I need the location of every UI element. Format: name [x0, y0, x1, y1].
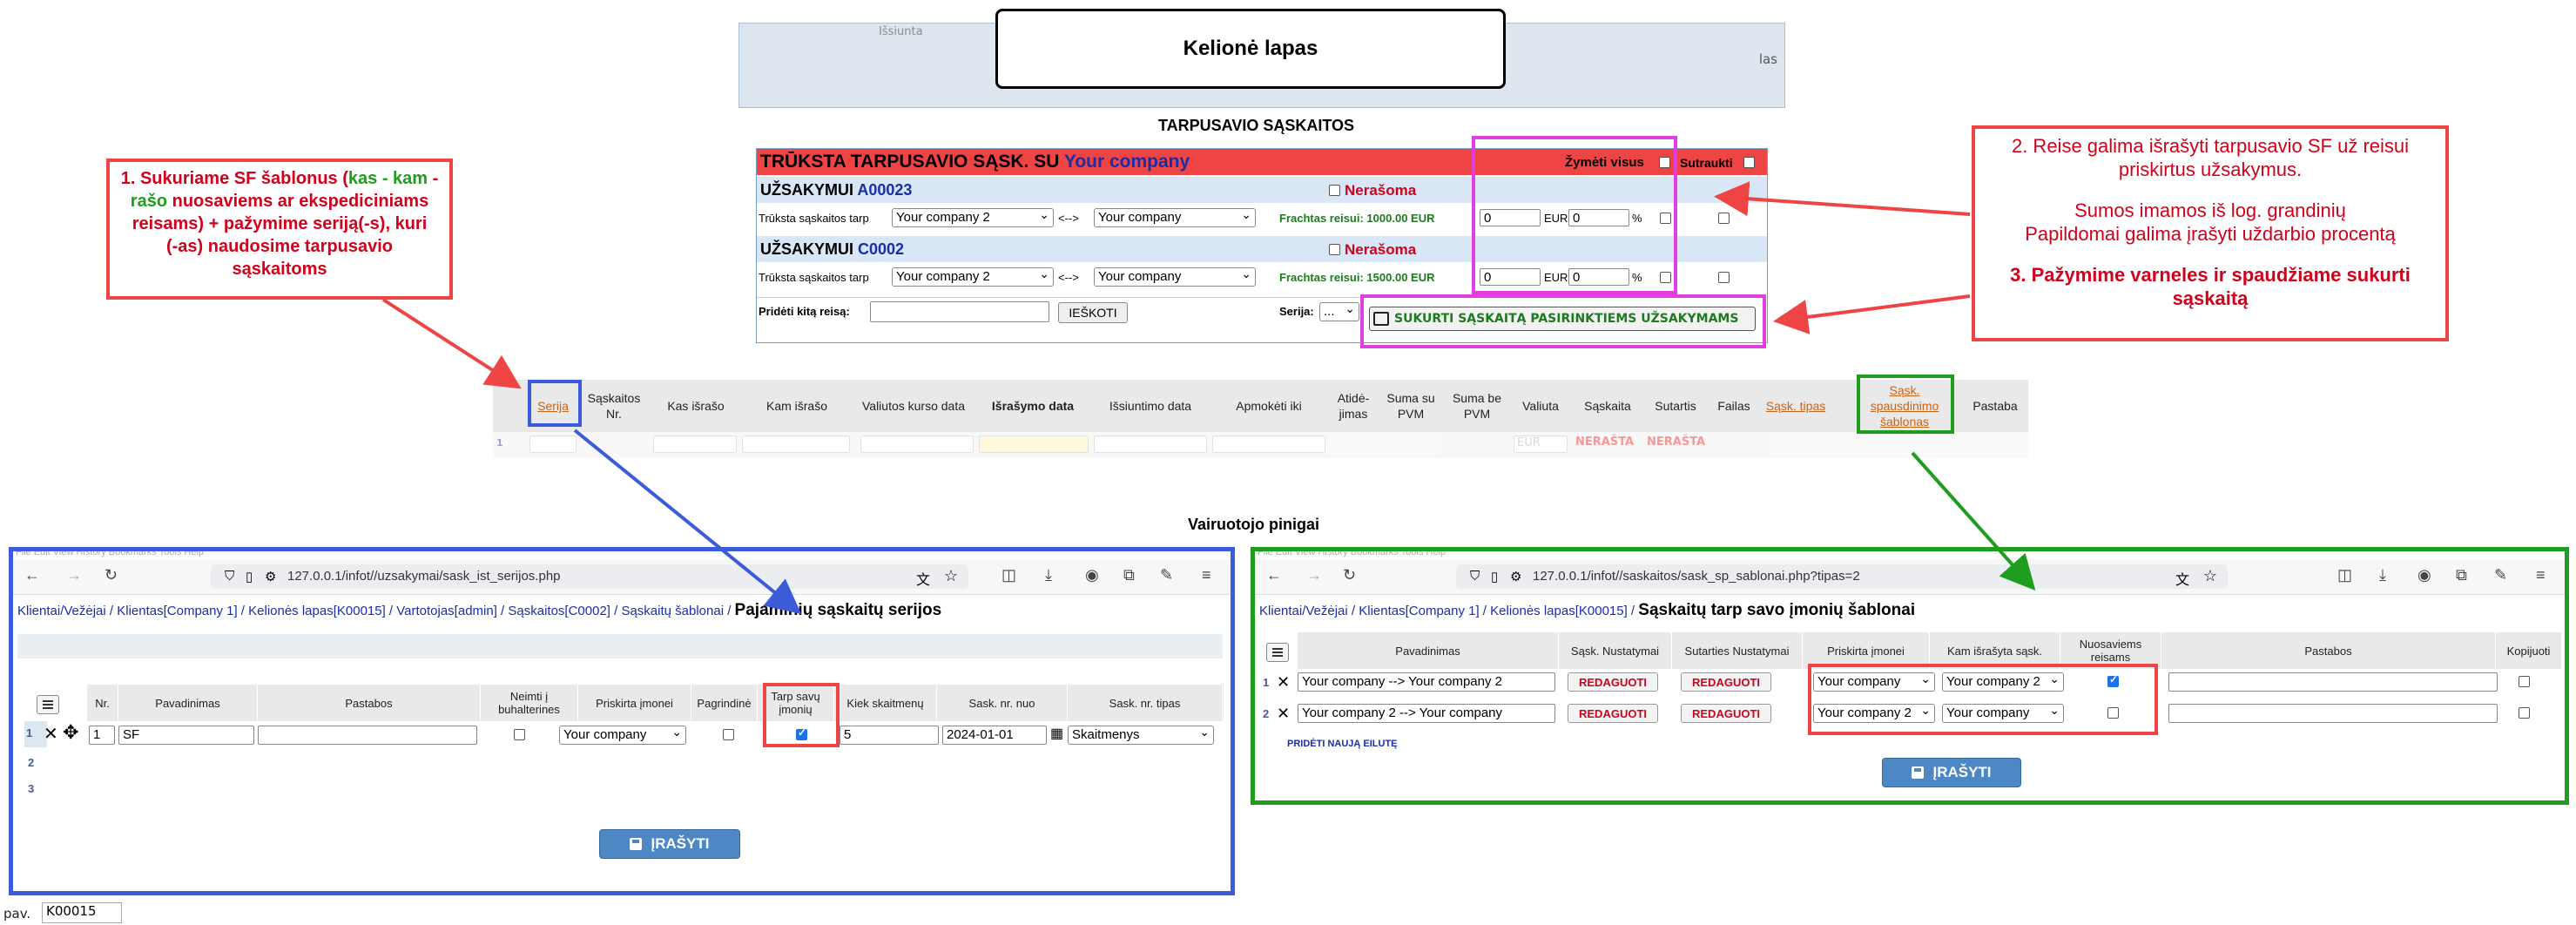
bottom-input[interactable]: K00015 [42, 902, 122, 923]
arrow-to-left-window [573, 429, 802, 615]
arrow-to-right-window [1911, 451, 2036, 591]
arrow-to-serija [381, 298, 522, 389]
arrow-to-create [1773, 294, 1971, 334]
bottom-label: pav. [3, 906, 31, 922]
annotation-arrows [381, 181, 2036, 615]
arrow-to-amounts [1714, 181, 1971, 217]
